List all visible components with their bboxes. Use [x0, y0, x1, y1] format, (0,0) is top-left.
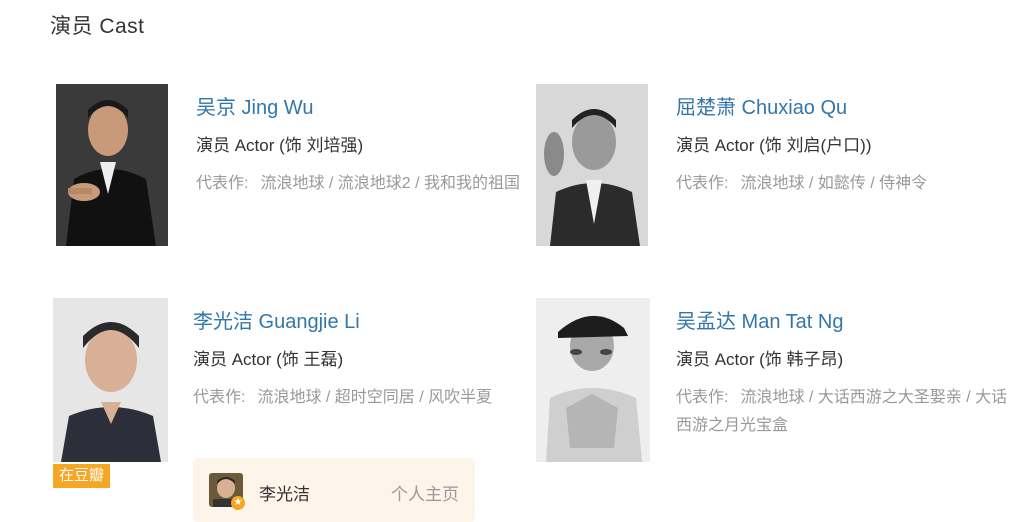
actor-info: 李光洁 Guangjie Li 演员 Actor (饰 王磊) 代表作: 流浪地球… [193, 308, 528, 412]
actor-name-link[interactable]: 吴孟达 Man Tat Ng [676, 308, 843, 336]
works-label: 代表作: [676, 175, 729, 192]
actor-role: 演员 Actor (饰 刘启(户口)) [676, 136, 872, 155]
works-links[interactable]: 流浪地球 / 超时空同居 / 风吹半夏 [257, 389, 492, 406]
cast-card: 吴京 Jing Wu 演员 Actor (饰 刘培强) 代表作: 流浪地球 / 流… [56, 84, 526, 284]
actor-info: 吴京 Jing Wu 演员 Actor (饰 刘培强) 代表作: 流浪地球 / 流… [196, 94, 531, 198]
actor-role: 演员 Actor (饰 刘培强) [196, 136, 364, 155]
actor-name-link[interactable]: 吴京 Jing Wu [196, 94, 313, 122]
actor-photo[interactable] [56, 84, 168, 246]
works-links[interactable]: 流浪地球 / 如懿传 / 侍神令 [740, 175, 927, 192]
cast-card: 屈楚萧 Chuxiao Qu 演员 Actor (饰 刘启(户口)) 代表作: 流… [536, 84, 1006, 284]
works-label: 代表作: [196, 175, 249, 192]
actor-photo[interactable] [53, 298, 168, 462]
works-label: 代表作: [676, 389, 729, 406]
actor-info: 屈楚萧 Chuxiao Qu 演员 Actor (饰 刘启(户口)) 代表作: 流… [676, 94, 1011, 198]
actor-role: 演员 Actor (饰 王磊) [193, 350, 344, 369]
works-links[interactable]: 流浪地球 / 流浪地球2 / 我和我的祖国 [260, 175, 520, 192]
representative-works: 代表作: 流浪地球 / 流浪地球2 / 我和我的祖国 [196, 170, 531, 198]
section-title: 演员 Cast [50, 15, 145, 38]
representative-works: 代表作: 流浪地球 / 超时空同居 / 风吹半夏 [193, 384, 528, 412]
actor-name-link[interactable]: 李光洁 Guangjie Li [193, 308, 360, 336]
douban-badge: 在豆瓣 [53, 464, 111, 488]
representative-works: 代表作: 流浪地球 / 大话西游之大圣娶亲 / 大话西游之月光宝盒 [676, 384, 1011, 440]
works-label: 代表作: [193, 389, 246, 406]
actor-photo[interactable] [536, 298, 650, 462]
actor-info: 吴孟达 Man Tat Ng 演员 Actor (饰 韩子昂) 代表作: 流浪地球… [676, 308, 1011, 440]
profile-name: 李光洁 [259, 485, 310, 504]
actor-role: 演员 Actor (饰 韩子昂) [676, 350, 844, 369]
representative-works: 代表作: 流浪地球 / 如懿传 / 侍神令 [676, 170, 1011, 198]
personal-homepage-link[interactable]: 个人主页 [391, 480, 459, 505]
personal-homepage-bar[interactable]: ★ 李光洁 个人主页 [193, 458, 475, 522]
actor-name-link[interactable]: 屈楚萧 Chuxiao Qu [676, 94, 847, 122]
verified-star-icon: ★ [231, 496, 245, 510]
actor-photo[interactable] [536, 84, 648, 246]
cast-card: 吴孟达 Man Tat Ng 演员 Actor (饰 韩子昂) 代表作: 流浪地球… [536, 298, 1007, 498]
